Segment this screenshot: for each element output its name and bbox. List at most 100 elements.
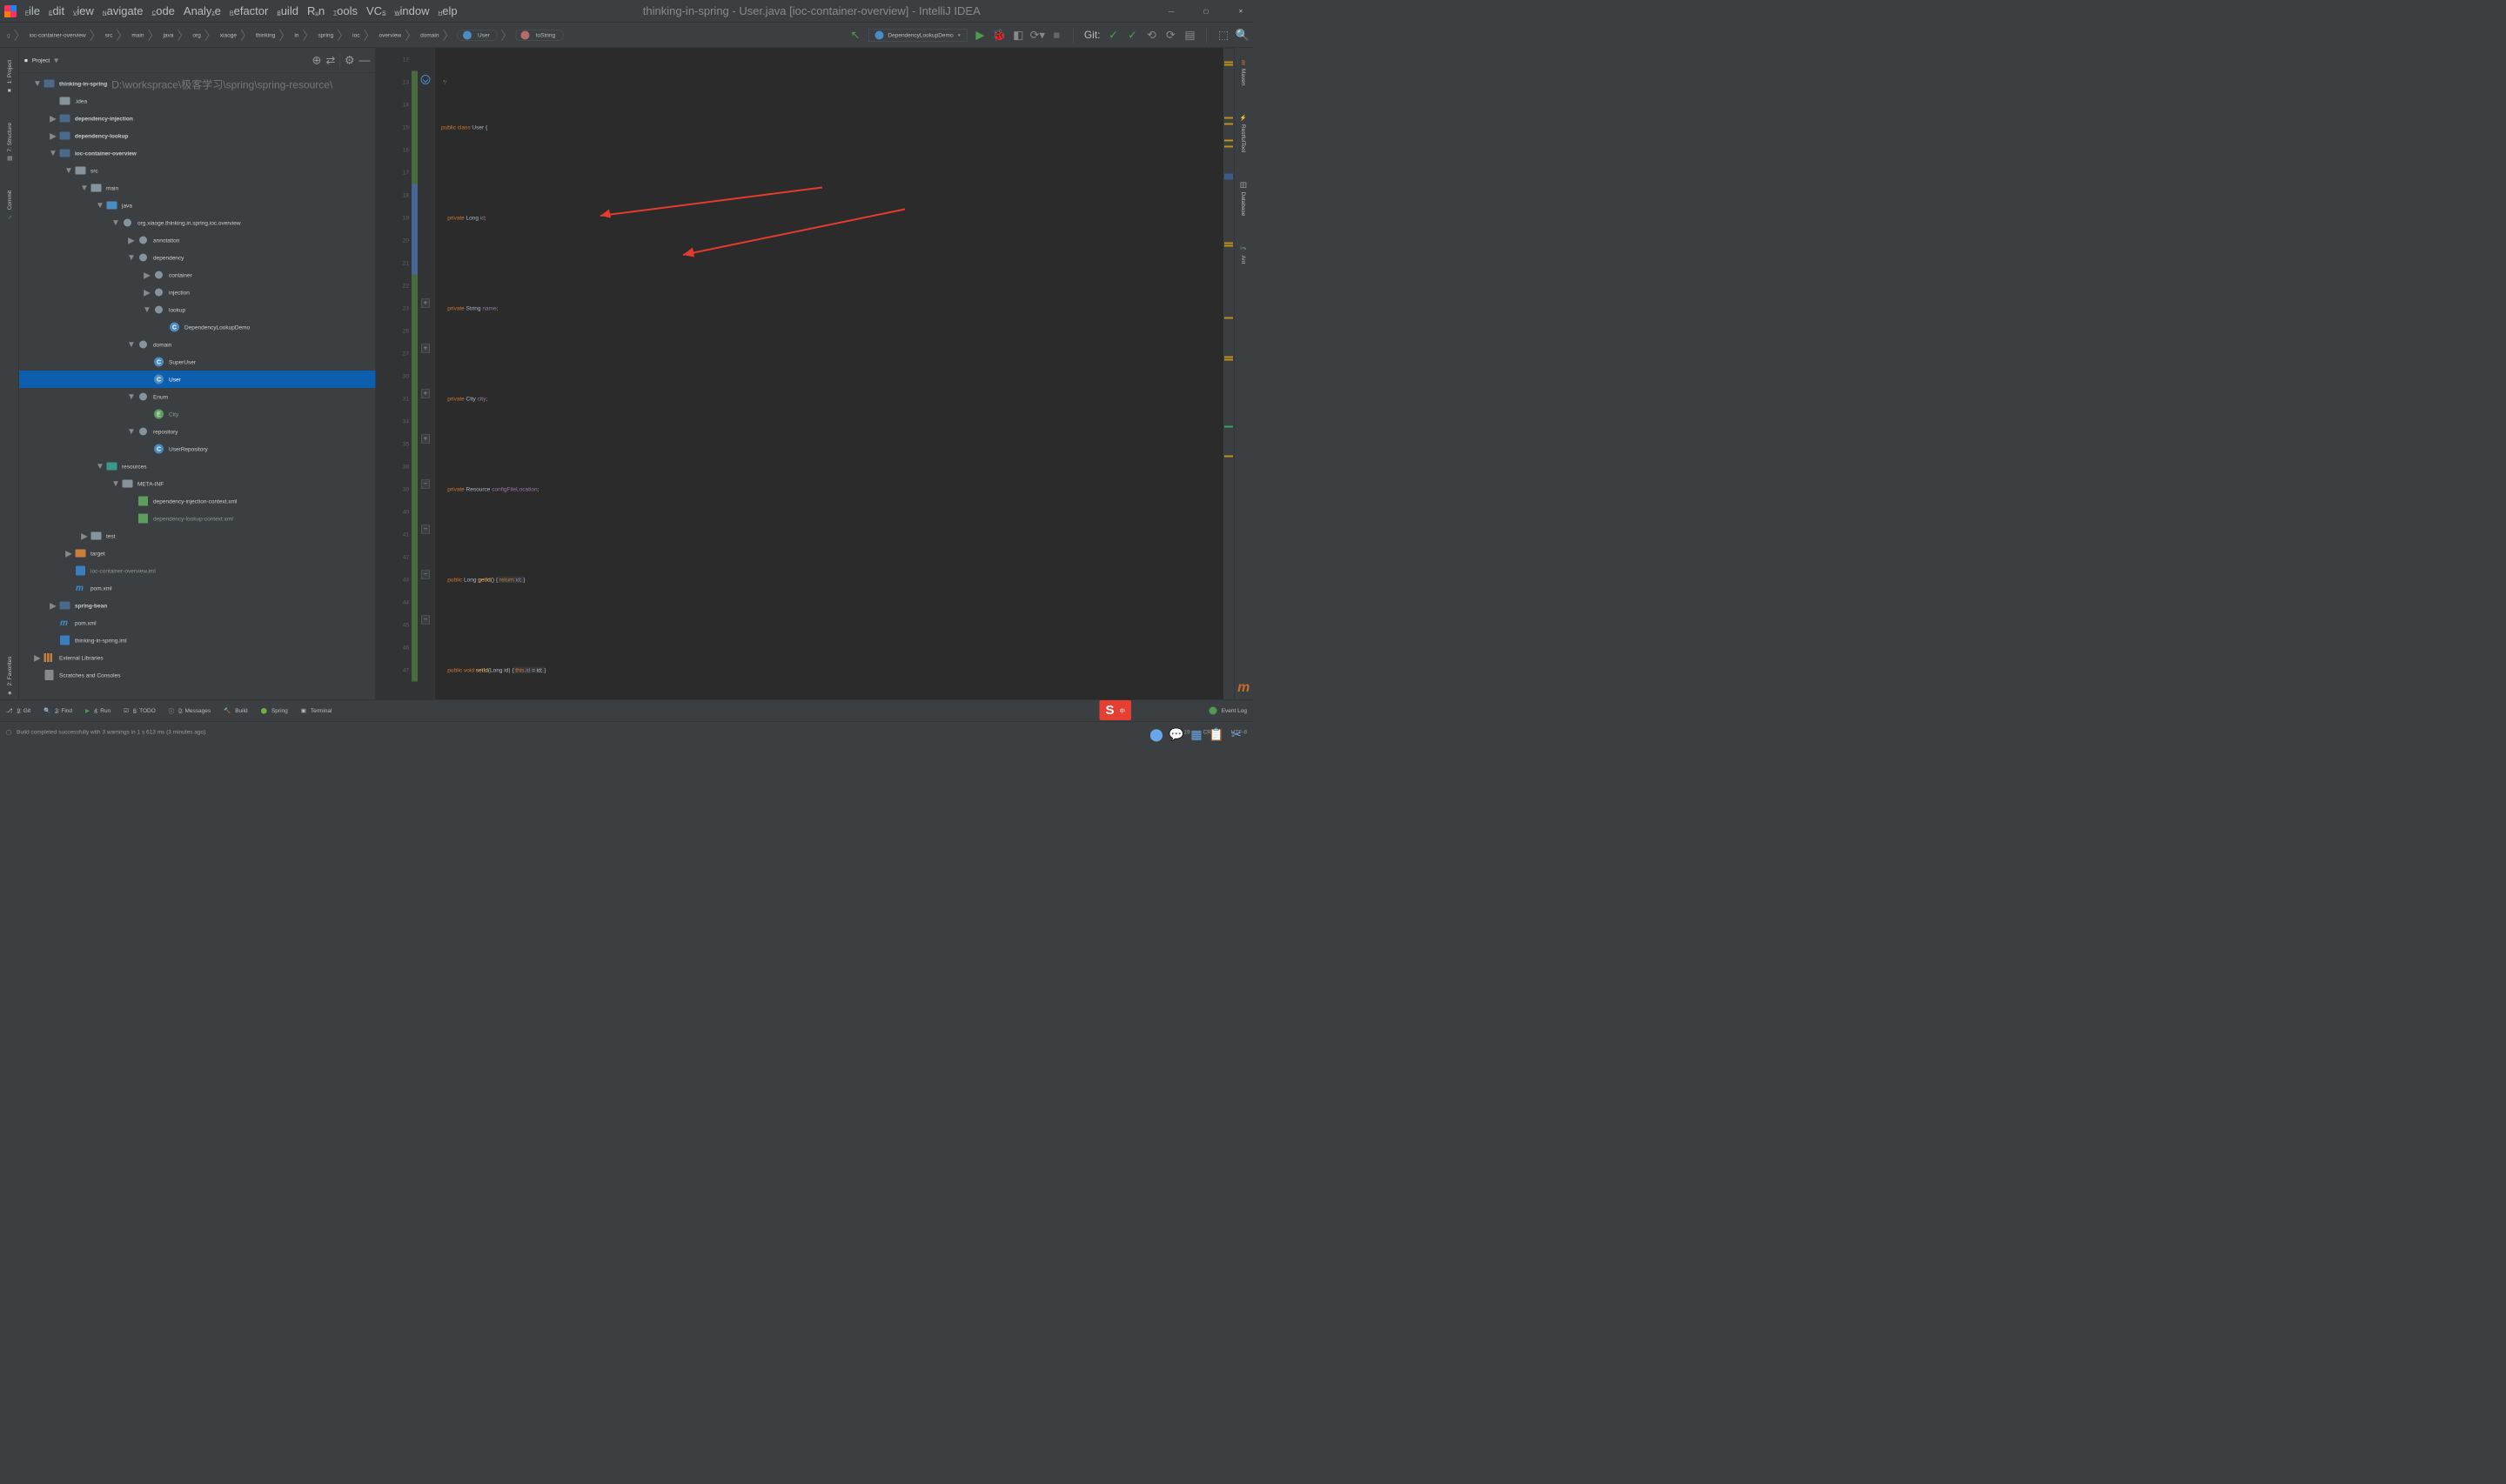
tree-node[interactable]: ▼org.xiaoge.thinking.in.spring.ioc.overv… <box>19 214 376 231</box>
tree-node[interactable]: ▶dependency-lookup <box>19 127 376 144</box>
crumb-item[interactable]: overview <box>376 32 404 39</box>
tree-node[interactable]: ▼Enum <box>19 388 376 405</box>
crumb-item[interactable]: thinking <box>253 32 278 39</box>
back-arrow-icon[interactable]: ↖ <box>849 29 861 41</box>
tree-node[interactable]: ▼java <box>19 197 376 214</box>
project-tree[interactable]: ▼thinking-in-springD:\worksprace\极客学习\sp… <box>19 73 376 699</box>
tool-tab-commit[interactable]: ✓Commit <box>4 187 15 224</box>
maximize-button[interactable]: ▢ <box>1197 8 1215 15</box>
crumb-item[interactable]: ioc <box>350 32 362 39</box>
menu-help[interactable]: Help <box>435 2 461 21</box>
fold-toggle[interactable]: + <box>421 435 430 444</box>
tool-tab-todo[interactable]: ☑6: TODO <box>124 707 156 714</box>
crumb-item[interactable]: spring <box>315 32 336 39</box>
tree-node[interactable]: ▼dependency <box>19 249 376 266</box>
tool-tab-restful[interactable]: ⚡RestfulTool <box>1239 110 1250 156</box>
override-marker-icon[interactable] <box>419 73 432 85</box>
menu-refactor[interactable]: Refactor <box>226 2 271 21</box>
tree-node[interactable]: ▶target <box>19 545 376 562</box>
tree-node[interactable]: ▶spring-bean <box>19 597 376 614</box>
fold-toggle[interactable]: + <box>421 299 430 308</box>
menu-view[interactable]: View <box>70 2 97 21</box>
maven-m-icon[interactable]: m <box>1237 679 1250 696</box>
run-button-icon[interactable]: ▶ <box>974 29 986 41</box>
git-commit-icon[interactable]: ✓ <box>1108 29 1120 41</box>
tree-node[interactable]: CUserRepository <box>19 440 376 458</box>
tree-node[interactable]: ioc-container-overview.iml <box>19 562 376 579</box>
tree-node[interactable]: ▶test <box>19 527 376 545</box>
fold-toggle[interactable]: − <box>421 525 430 534</box>
select-opened-icon[interactable]: ⊕ <box>312 54 322 68</box>
tree-node[interactable]: ▼ioc-container-overview <box>19 144 376 162</box>
tree-node[interactable]: .idea <box>19 92 376 110</box>
event-log-button[interactable]: Event Log <box>1209 706 1247 714</box>
tree-node[interactable]: ▶container <box>19 266 376 284</box>
status-icon[interactable]: ▢ <box>6 728 11 735</box>
search-everywhere-icon[interactable]: 🔍 <box>1236 29 1249 41</box>
git-branch-icon[interactable]: ▤ <box>1184 29 1196 41</box>
code-editor[interactable]: */ public class User { private Long id; … <box>435 49 1223 700</box>
tree-node[interactable]: CDependencyLookupDemo <box>19 318 376 336</box>
tree-node[interactable]: ECity <box>19 405 376 423</box>
ime-indicator[interactable]: S中 <box>1099 700 1131 720</box>
tree-node[interactable]: CSuperUser <box>19 353 376 371</box>
menu-vcs[interactable]: VCS <box>363 2 389 21</box>
tree-node[interactable]: ▶injection <box>19 284 376 301</box>
minimize-button[interactable]: — <box>1163 8 1180 15</box>
tool-tab-terminal[interactable]: ▣Terminal <box>301 707 332 714</box>
menu-window[interactable]: Window <box>391 2 432 21</box>
tree-node[interactable]: thinking-in-spring.iml <box>19 632 376 649</box>
tree-node[interactable]: ▼domain <box>19 336 376 353</box>
tree-node[interactable]: ▼lookup <box>19 301 376 318</box>
menu-code[interactable]: Code <box>149 2 178 21</box>
tree-node[interactable]: dependency-lookup-context.xml <box>19 510 376 527</box>
tool-tab-structure[interactable]: ▤7: Structure <box>4 119 15 165</box>
tree-node[interactable]: CUser <box>19 371 376 388</box>
debug-button-icon[interactable]: 🐞 <box>993 29 1005 41</box>
profile-icon[interactable]: ⟳▾ <box>1031 29 1043 41</box>
tool-tab-git[interactable]: ⎇9: Git <box>6 707 30 714</box>
crumb-item[interactable]: in <box>291 32 301 39</box>
tree-node[interactable]: mpom.xml <box>19 614 376 632</box>
crumb-class-pill[interactable]: User <box>457 30 498 41</box>
crumb-item[interactable]: xiaoge <box>218 32 239 39</box>
tool-tab-database[interactable]: 🗄Database <box>1239 177 1250 219</box>
tool-tab-find[interactable]: 🔍3: Find <box>44 707 72 714</box>
menu-edit[interactable]: Edit <box>45 2 68 21</box>
fold-toggle[interactable]: + <box>421 344 430 353</box>
tray-icon[interactable]: ▦ <box>1189 726 1204 742</box>
fold-toggle[interactable]: + <box>421 390 430 398</box>
tree-node[interactable]: ▼META-INF <box>19 475 376 492</box>
tool-tab-ant[interactable]: 🐜Ant <box>1239 241 1250 267</box>
tree-node[interactable]: Scratches and Consoles <box>19 666 376 684</box>
menu-navigate[interactable]: Navigate <box>99 2 147 21</box>
tree-node[interactable]: ▶dependency-injection <box>19 110 376 127</box>
menu-build[interactable]: Build <box>273 2 302 21</box>
crumb-item[interactable]: org <box>190 32 203 39</box>
tool-tab-favorites[interactable]: ★2: Favorites <box>4 653 15 699</box>
tree-node[interactable]: mpom.xml <box>19 579 376 597</box>
tool-tab-spring[interactable]: ⬤Spring <box>261 707 288 714</box>
tray-icon[interactable]: 💬 <box>1169 726 1184 742</box>
git-push-icon[interactable]: ✓ <box>1127 29 1139 41</box>
project-panel-title[interactable]: ■Project▾ <box>24 55 308 66</box>
crumb-method-pill[interactable]: toString <box>515 30 563 41</box>
fold-toggle[interactable]: − <box>421 480 430 489</box>
ide-settings-icon[interactable]: ⬚ <box>1217 29 1230 41</box>
tool-tab-project[interactable]: ■1: Project <box>4 57 15 97</box>
git-history-icon[interactable]: ⟲ <box>1146 29 1158 41</box>
crumb-item[interactable]: domain <box>418 32 441 39</box>
tree-node[interactable]: ▼resources <box>19 458 376 475</box>
menu-tools[interactable]: Tools <box>330 2 361 21</box>
tool-tab-run[interactable]: ▶4: Run <box>85 707 111 714</box>
tray-icon[interactable]: ✂ <box>1229 726 1244 742</box>
coverage-icon[interactable]: ◧ <box>1012 29 1024 41</box>
menu-run[interactable]: Run <box>304 2 328 21</box>
fold-toggle[interactable]: − <box>421 616 430 625</box>
tree-node[interactable]: dependency-injection-context.xml <box>19 492 376 510</box>
tree-node[interactable]: ▼main <box>19 179 376 197</box>
crumb-item[interactable]: ioc-container-overview <box>27 32 89 39</box>
menu-file[interactable]: File <box>22 2 44 21</box>
tool-tab-maven[interactable]: mMaven <box>1239 57 1250 89</box>
tool-tab-build[interactable]: 🔨Build <box>224 707 248 714</box>
